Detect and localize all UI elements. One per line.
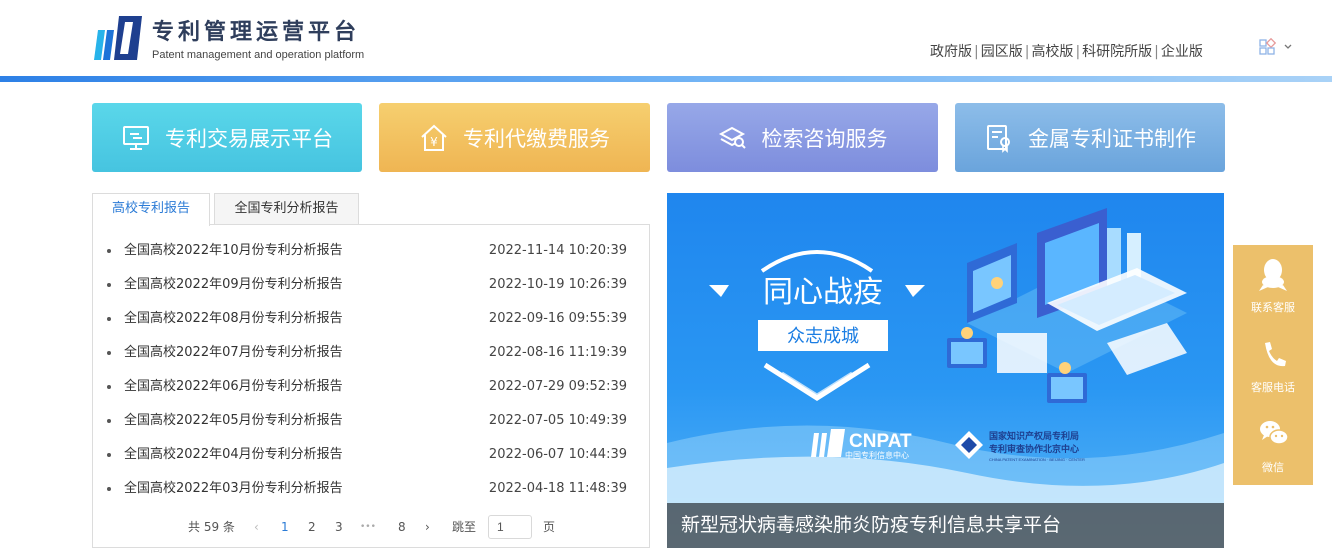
site-title: 专利管理运营平台: [152, 20, 361, 45]
header-divider: [0, 76, 1332, 82]
side-label: 客服电话: [1251, 381, 1295, 394]
page-8-button[interactable]: 8: [398, 515, 406, 539]
banner-caption[interactable]: 新型冠状病毒感染肺炎防疫专利信息共享平台: [667, 503, 1224, 548]
search-consulting-button[interactable]: 检索咨询服务: [667, 103, 938, 172]
report-list-item[interactable]: 全国高校2022年04月份专利分析报告 2022-06-07 10:44:39: [107, 438, 627, 472]
page: 专利管理运营平台 Patent management and operation…: [0, 0, 1332, 558]
office-illustration: [947, 208, 1187, 403]
version-link-university[interactable]: 高校版: [1031, 44, 1073, 60]
report-date: 2022-04-18 11:48:39: [488, 481, 627, 496]
report-title-link[interactable]: 全国高校2022年07月份专利分析报告: [124, 336, 343, 370]
report-title-link[interactable]: 全国高校2022年09月份专利分析报告: [124, 268, 343, 302]
page-2-button[interactable]: 2: [308, 515, 316, 539]
report-list-item[interactable]: 全国高校2022年10月份专利分析报告 2022-11-14 10:20:39: [107, 234, 627, 268]
report-title-link[interactable]: 全国高校2022年10月份专利分析报告: [124, 234, 343, 268]
banner-headline: 同心战疫: [763, 275, 883, 310]
site-subtitle: Patent management and operation platform: [152, 49, 365, 61]
report-date: 2022-08-16 11:19:39: [488, 345, 627, 360]
cnpat-wordmark: CNPAT: [849, 431, 912, 452]
service-label: 金属专利证书制作: [1028, 126, 1196, 151]
metal-certificate-button[interactable]: 金属专利证书制作: [955, 103, 1225, 172]
report-list-item[interactable]: 全国高校2022年05月份专利分析报告 2022-07-05 10:49:39: [107, 404, 627, 438]
search-layers-icon: [718, 126, 746, 149]
side-label: 联系客服: [1251, 301, 1295, 314]
service-label: 检索咨询服务: [761, 126, 888, 151]
page-ellipsis[interactable]: •••: [360, 515, 376, 539]
report-title-link[interactable]: 全国高校2022年05月份专利分析报告: [124, 404, 343, 438]
service-label: 专利交易展示平台: [165, 126, 333, 151]
logo-mark-icon[interactable]: [92, 14, 142, 60]
report-title-link[interactable]: 全国高校2022年04月份专利分析报告: [124, 438, 343, 472]
monitor-icon: [123, 125, 149, 150]
report-date: 2022-07-29 09:52:39: [488, 379, 627, 394]
fee-payment-button[interactable]: ¥ 专利代缴费服务: [379, 103, 650, 172]
total-count: 共 59 条: [188, 520, 235, 534]
org-name-line1: 国家知识产权局专利局: [989, 430, 1079, 442]
bullet-dot: [107, 453, 111, 457]
org-name-line2: 专利审查协作北京中心: [989, 443, 1079, 455]
jump-label: 跳至: [452, 520, 477, 534]
version-link-park[interactable]: 园区版: [981, 44, 1023, 60]
site-header: 专利管理运营平台 Patent management and operation…: [0, 0, 1332, 76]
report-list-item[interactable]: 全国高校2022年06月份专利分析报告 2022-07-29 09:52:39: [107, 370, 627, 404]
page-unit-label: 页: [543, 520, 556, 534]
side-contact-bar: 联系客服 客服电话 微信: [1233, 245, 1313, 485]
qq-icon: [1259, 259, 1287, 291]
report-date: 2022-11-14 10:20:39: [488, 243, 627, 258]
service-label: 专利代缴费服务: [463, 126, 610, 151]
banner-carousel[interactable]: 同心战疫 众志成城 CNPAT 中国专利信息中心 国家知识产权局专利局 专利审查…: [667, 193, 1224, 548]
side-label: 微信: [1262, 461, 1284, 474]
support-phone-button[interactable]: 客服电话: [1233, 325, 1313, 405]
report-date: 2022-10-19 10:26:39: [488, 277, 627, 292]
bullet-dot: [107, 419, 111, 423]
next-page-button[interactable]: ›: [425, 515, 430, 539]
report-list-item[interactable]: 全国高校2022年03月份专利分析报告 2022-04-18 11:48:39: [107, 472, 627, 506]
report-date: 2022-09-16 09:55:39: [488, 311, 627, 326]
report-list-item[interactable]: 全国高校2022年08月份专利分析报告 2022-09-16 09:55:39: [107, 302, 627, 336]
version-link-institute[interactable]: 科研院所版: [1082, 44, 1152, 60]
version-nav: 政府版 | 园区版 | 高校版 | 科研院所版 | 企业版: [930, 41, 1203, 61]
cnpat-subtitle: 中国专利信息中心: [845, 450, 909, 460]
svg-text:¥: ¥: [430, 135, 438, 149]
certificate-icon: [987, 124, 1010, 153]
separator: |: [1154, 44, 1159, 60]
banner-illustration: 同心战疫 众志成城 CNPAT 中国专利信息中心 国家知识产权局专利局 专利审查…: [667, 208, 1224, 503]
report-title-link[interactable]: 全国高校2022年06月份专利分析报告: [124, 370, 343, 404]
app-grid-menu-icon[interactable]: [1258, 38, 1296, 58]
report-title-link[interactable]: 全国高校2022年03月份专利分析报告: [124, 472, 343, 506]
tab-university-reports[interactable]: 高校专利报告: [92, 193, 210, 226]
bullet-dot: [107, 385, 111, 389]
report-list: 全国高校2022年10月份专利分析报告 2022-11-14 10:20:39 全国…: [107, 234, 627, 506]
bullet-dot: [107, 351, 111, 355]
jump-page-input[interactable]: [488, 515, 532, 539]
prev-page-button[interactable]: ‹: [254, 515, 259, 539]
page-3-button[interactable]: 3: [335, 515, 343, 539]
phone-icon: [1265, 342, 1286, 367]
bullet-dot: [107, 249, 111, 253]
separator: |: [974, 44, 979, 60]
report-title-link[interactable]: 全国高校2022年08月份专利分析报告: [124, 302, 343, 336]
wechat-button[interactable]: 微信: [1233, 405, 1313, 485]
version-link-enterprise[interactable]: 企业版: [1161, 44, 1203, 60]
tab-national-reports[interactable]: 全国专利分析报告: [214, 193, 359, 225]
report-panel: 全国高校2022年10月份专利分析报告 2022-11-14 10:20:39 全国…: [92, 224, 650, 548]
house-yen-icon: ¥: [421, 124, 447, 151]
patent-trading-button[interactable]: 专利交易展示平台: [92, 103, 362, 172]
bullet-dot: [107, 317, 111, 321]
version-link-gov[interactable]: 政府版: [930, 44, 972, 60]
report-date: 2022-06-07 10:44:39: [488, 447, 627, 462]
page-1-button[interactable]: 1: [281, 515, 289, 539]
wechat-icon: [1260, 421, 1289, 445]
report-list-item[interactable]: 全国高校2022年09月份专利分析报告 2022-10-19 10:26:39: [107, 268, 627, 302]
contact-support-button[interactable]: 联系客服: [1233, 245, 1313, 325]
report-list-item[interactable]: 全国高校2022年07月份专利分析报告 2022-08-16 11:19:39: [107, 336, 627, 370]
separator: |: [1075, 44, 1081, 60]
bullet-dot: [107, 283, 111, 287]
bullet-dot: [107, 487, 111, 491]
org-name-english: CHINA PATENT EXAMINATION · BEIJING · CEN…: [989, 457, 1085, 462]
report-date: 2022-07-05 10:49:39: [488, 413, 627, 428]
campaign-badge: [709, 250, 925, 401]
banner-subheadline: 众志成城: [787, 326, 859, 347]
